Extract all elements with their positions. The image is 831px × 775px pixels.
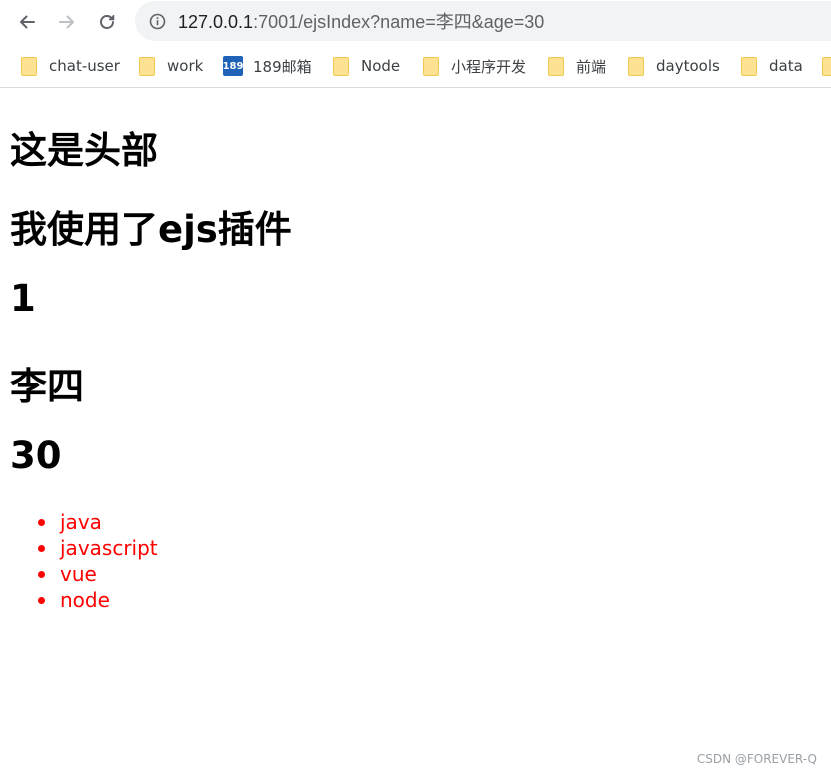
bookmark-label: work <box>167 57 204 75</box>
folder-icon <box>627 57 644 76</box>
number-heading: 1 <box>10 277 36 320</box>
title-heading: 我使用了ejs插件 <box>10 208 292 251</box>
language-list: java javascript vue node <box>10 509 158 613</box>
folder-icon <box>821 57 831 76</box>
bookmark-mini-program[interactable]: 小程序开发 <box>422 55 526 77</box>
name-heading: 李四 <box>10 365 84 408</box>
url-text[interactable]: 127.0.0.1:7001/ejsIndex?name=李四&age=30 <box>178 11 544 33</box>
189-mail-icon: 189 <box>223 56 243 76</box>
arrow-left-icon <box>20 15 35 29</box>
arrow-right-icon <box>59 15 74 29</box>
folder-icon <box>547 57 564 76</box>
bookmark-overflow[interactable] <box>821 55 831 77</box>
bookmark-label: daytools <box>656 57 720 75</box>
bookmark-chat-user[interactable]: chat-user <box>20 55 120 77</box>
bookmark-label: Node <box>361 57 401 75</box>
address-bar[interactable]: 127.0.0.1:7001/ejsIndex?name=李四&age=30 <box>135 1 831 41</box>
watermark: CSDN @FOREVER-Q <box>696 752 817 766</box>
reload-icon <box>100 15 115 29</box>
reload-button[interactable] <box>91 6 123 38</box>
browser-toolbar: 127.0.0.1:7001/ejsIndex?name=李四&age=30 <box>0 0 831 44</box>
list-item: java <box>38 509 158 535</box>
bookmark-daytools[interactable]: daytools <box>627 55 720 77</box>
bookmark-189-mail[interactable]: 189 189邮箱 <box>223 55 312 77</box>
url-host: 127.0.0.1 <box>178 12 254 32</box>
list-item: vue <box>38 561 158 587</box>
bookmark-work[interactable]: work <box>138 55 203 77</box>
back-button[interactable] <box>11 6 43 38</box>
list-item: javascript <box>38 536 158 560</box>
forward-button[interactable] <box>51 6 83 38</box>
info-icon[interactable] <box>149 13 166 30</box>
bookmark-frontend[interactable]: 前端 <box>547 55 606 77</box>
bookmark-label: 189邮箱 <box>253 57 312 76</box>
list-item: node <box>38 587 158 613</box>
bookmark-label: chat-user <box>49 57 120 75</box>
folder-icon <box>422 57 439 76</box>
folder-icon <box>20 57 37 76</box>
bookmark-node[interactable]: Node <box>332 55 400 77</box>
folder-icon <box>138 57 155 76</box>
url-path: :7001/ejsIndex?name=李四&age=30 <box>253 12 545 32</box>
bookmark-label: data <box>769 57 803 75</box>
header-heading: 这是头部 <box>10 129 158 172</box>
bookmark-label: 前端 <box>576 57 607 76</box>
bookmarks-bar: chat-user work 189 189邮箱 Node 小程序开发 前端 d… <box>0 44 831 88</box>
age-heading: 30 <box>10 434 62 477</box>
bookmark-label: 小程序开发 <box>451 57 527 76</box>
bookmark-data[interactable]: data <box>740 55 803 77</box>
folder-icon <box>332 57 349 76</box>
folder-icon <box>740 57 757 76</box>
